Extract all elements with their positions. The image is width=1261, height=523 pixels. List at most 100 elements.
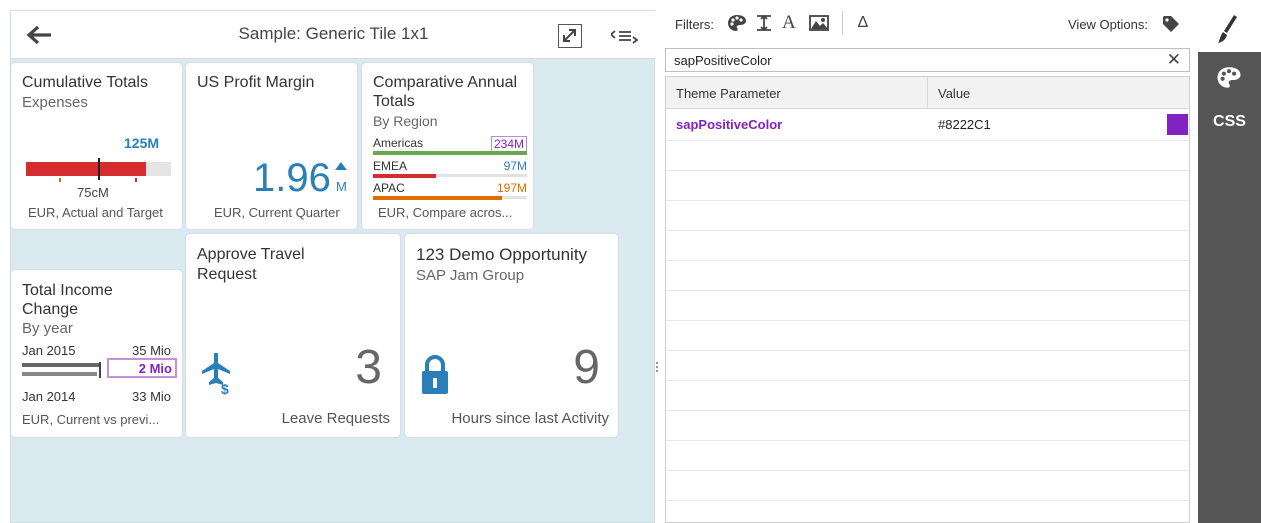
toolbar-separator	[842, 11, 843, 35]
comparison-bar	[373, 196, 502, 200]
tile-subtitle: Expenses	[22, 94, 88, 111]
region-label: EMEA	[373, 159, 408, 173]
tile-title: Totals	[373, 93, 415, 110]
tile-footer: Leave Requests	[281, 410, 390, 427]
splitter-handle[interactable]	[655, 360, 659, 378]
comparison-row: Americas 234M	[373, 136, 527, 158]
tile-title: 123 Demo Opportunity	[416, 245, 588, 264]
palette-icon[interactable]	[1216, 66, 1242, 89]
theme-parameter-table: Theme Parameter Value sapPositiveColor #…	[665, 76, 1190, 523]
css-button[interactable]: CSS	[1198, 113, 1261, 131]
row-divider	[666, 260, 1189, 261]
region-label: APAC	[373, 181, 405, 195]
fullscreen-icon[interactable]	[558, 24, 582, 48]
list-toggle-icon[interactable]	[609, 25, 639, 47]
tile-footer: EUR, Current vs previ...	[22, 412, 160, 427]
row-divider	[666, 350, 1189, 351]
tile-cumulative-totals[interactable]: Cumulative Totals Expenses 125M 75cM EUR…	[11, 63, 182, 229]
tile-title: Approve Travel	[197, 246, 305, 263]
tile-approve-travel-request[interactable]: Approve Travel Request $ 3 Leave Request…	[186, 234, 400, 437]
tile-title: US Profit Margin	[197, 74, 315, 91]
tile-subtitle: By Region	[373, 113, 438, 129]
tile-title: Request	[197, 266, 257, 283]
previous-period-value: 33 Mio	[132, 389, 172, 404]
current-period-bar	[22, 363, 99, 367]
font-icon[interactable]: A	[782, 12, 796, 34]
clear-search-icon[interactable]: ✕	[1167, 50, 1181, 70]
row-divider	[666, 290, 1189, 291]
color-swatch[interactable]	[1167, 114, 1188, 135]
region-value: 97M	[503, 159, 527, 173]
row-divider	[666, 440, 1189, 441]
delta-marker	[99, 362, 101, 378]
tile-title: Change	[22, 301, 79, 318]
previous-period-label: Jan 2014	[22, 389, 76, 404]
region-label: Americas	[373, 136, 424, 150]
current-period-value: 35 Mio	[132, 343, 172, 358]
column-header-value[interactable]: Value	[928, 77, 1189, 109]
kpi-value: 3	[355, 341, 382, 394]
row-divider	[666, 200, 1189, 201]
tile-title: Total Income	[22, 282, 113, 299]
paintbrush-icon[interactable]	[1215, 14, 1239, 44]
image-icon[interactable]	[808, 14, 830, 32]
threshold-marker	[59, 178, 61, 182]
comparison-row: EMEA 97M	[373, 159, 527, 181]
row-divider	[666, 320, 1189, 321]
row-divider	[666, 500, 1189, 501]
search-input-value: sapPositiveColor	[674, 53, 772, 68]
tile-title: Cumulative Totals	[22, 74, 148, 91]
comparison-row: APAC 197M	[373, 181, 527, 203]
delta-value: 2 Mio	[107, 358, 177, 378]
tile-footer: Hours since last Activity	[451, 410, 609, 427]
bullet-target-marker	[98, 158, 100, 180]
app-root: Sample: Generic Tile 1x1 Cumulative Tota…	[0, 0, 1261, 523]
preview-header: Sample: Generic Tile 1x1	[11, 11, 656, 59]
parameter-value[interactable]: #8222C1	[938, 117, 991, 132]
column-header-parameter[interactable]: Theme Parameter	[666, 77, 928, 109]
row-divider	[666, 410, 1189, 411]
tile-footer: EUR, Actual and Target	[28, 205, 163, 220]
kpi-value: 9	[573, 341, 600, 394]
text-height-icon[interactable]	[755, 14, 773, 32]
current-period-label: Jan 2015	[22, 343, 76, 358]
tile-footer: EUR, Compare acros...	[378, 205, 513, 220]
tile-subtitle: SAP Jam Group	[416, 267, 525, 284]
previous-period-bar	[22, 372, 97, 376]
threshold-marker	[135, 178, 137, 182]
row-divider	[666, 230, 1189, 231]
region-value: 234M	[490, 136, 527, 152]
svg-text:$: $	[221, 381, 229, 395]
trend-up-icon	[335, 162, 347, 170]
tile-us-profit-margin[interactable]: US Profit Margin 1.96 M EUR, Current Qua…	[186, 63, 357, 229]
tag-icon[interactable]	[1162, 15, 1180, 33]
tile-comparative-annual-totals[interactable]: Comparative Annual Totals By Region Amer…	[362, 63, 533, 229]
row-divider	[666, 140, 1189, 141]
view-options-label: View Options:	[1068, 17, 1148, 32]
tile-footer: EUR, Current Quarter	[214, 205, 340, 220]
target-value: 75cM	[77, 185, 109, 200]
lock-icon	[422, 355, 448, 394]
region-value: 197M	[496, 181, 527, 195]
tile-subtitle: By year	[22, 320, 73, 337]
search-input[interactable]: sapPositiveColor ✕	[665, 48, 1190, 72]
comparison-bar	[373, 174, 436, 178]
parameter-name: sapPositiveColor	[676, 117, 783, 132]
table-row[interactable]: sapPositiveColor #8222C1	[666, 109, 1189, 140]
tile-total-income-change[interactable]: Total Income Change By year Jan 2015 35 …	[11, 270, 182, 437]
row-divider	[666, 170, 1189, 171]
airplane-money-icon: $	[202, 353, 230, 395]
bullet-actual-bar	[26, 162, 146, 176]
delta-icon[interactable]: ∆	[858, 14, 868, 32]
tile-demo-opportunity[interactable]: 123 Demo Opportunity SAP Jam Group 9 Hou…	[405, 234, 618, 437]
tile-title: Comparative Annual	[373, 74, 518, 91]
theme-parameter-panel: Filters: A ∆ View Options: sapPositiveCo…	[665, 0, 1196, 523]
row-divider	[666, 380, 1189, 381]
kpi-value: 1.96	[253, 156, 331, 200]
right-sidebar: CSS	[1198, 52, 1261, 523]
comparison-bar	[373, 151, 527, 155]
actual-value: 125M	[124, 135, 160, 151]
palette-icon[interactable]	[727, 14, 747, 32]
filters-toolbar: Filters: A ∆ View Options:	[665, 0, 1196, 48]
preview-area: Sample: Generic Tile 1x1 Cumulative Tota…	[10, 10, 656, 523]
